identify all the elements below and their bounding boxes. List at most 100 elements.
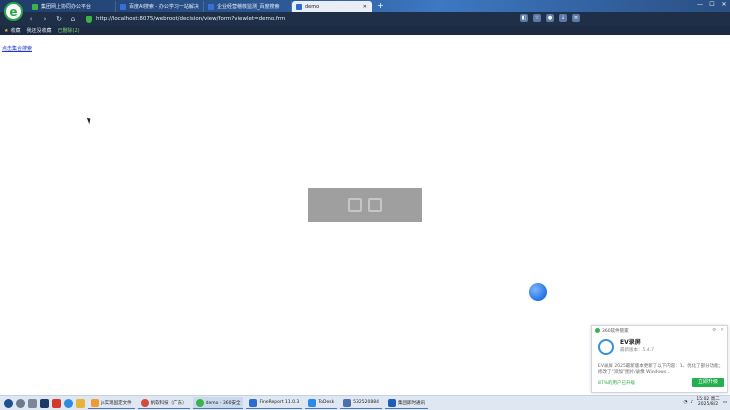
bookmark-label: 已删除(2)	[57, 28, 80, 34]
tab-title: 集团网上协同办公平台	[41, 4, 92, 10]
app-icon	[598, 339, 614, 355]
tab-title: demo	[305, 3, 320, 10]
upgrade-percent: 87%的用户已升级	[598, 380, 636, 386]
taskbar-app-label: ToDesk	[318, 400, 335, 405]
settings-icon[interactable]: ⚙	[712, 328, 716, 333]
clock-date: 2025/8/2	[697, 402, 719, 407]
bookmark-favorites[interactable]: ★ 收藏	[4, 27, 21, 35]
tab-active[interactable]: demo ✕	[292, 1, 372, 12]
app-icon	[91, 398, 99, 407]
bookmark-star-icon[interactable]: ☆	[533, 14, 541, 22]
reload-icon[interactable]: ↻	[54, 14, 64, 24]
taskbar: js实现固定文件 帆软科技（广东） demo - 360安全 FineRepor…	[0, 395, 730, 410]
tab-favicon	[296, 3, 302, 10]
todesk-icon	[308, 398, 317, 407]
loading-watermark	[308, 188, 422, 222]
minimize-icon[interactable]: —	[696, 1, 704, 9]
taskbar-app-label: 集团即时通讯	[397, 400, 425, 406]
popup-header: 360软件管家 ⚙ ✕	[592, 326, 727, 335]
chart-icon	[348, 198, 362, 212]
close-icon[interactable]: ✕	[363, 4, 367, 10]
nav-buttons: ‹ › ↻ ⌂	[26, 14, 78, 24]
volume-icon[interactable]: ♪	[690, 400, 693, 405]
tab-title: 百度AI搜索 - 办公学习一站解决	[129, 4, 199, 10]
popup-info: EV录屏 最新版本：5.4.7	[620, 337, 654, 355]
popup-body: EV录屏 最新版本：5.4.7	[592, 335, 727, 357]
back-icon[interactable]: ‹	[26, 14, 36, 24]
close-icon[interactable]: ✕	[720, 328, 724, 333]
qq-icon	[343, 398, 352, 407]
taskbar-app-3[interactable]: demo - 360安全	[192, 397, 244, 409]
edge-icon[interactable]	[64, 398, 73, 408]
update-popup: 360软件管家 ⚙ ✕ EV录屏 最新版本：5.4.7 EV录屏 2025最新版…	[591, 325, 728, 393]
im-icon	[387, 398, 396, 407]
app-name: EV录屏	[620, 339, 641, 346]
menu-icon[interactable]: ≡	[572, 14, 580, 22]
tab-3[interactable]: 企业经营稽核监测_百度搜索	[204, 1, 292, 12]
taskbar-app-label: js实现固定文件	[101, 400, 132, 406]
search-icon[interactable]	[16, 398, 25, 408]
new-tab-button[interactable]: +	[372, 0, 384, 12]
floating-ball-icon[interactable]	[529, 283, 547, 301]
toolbar-icons: ◧ ☆ ● ↓ ≡	[520, 14, 580, 22]
taskbar-app-label: demo - 360安全	[205, 400, 241, 406]
start-icon[interactable]	[4, 398, 13, 408]
app-description: EV录屏 2025最新版本更新了以下内容：1、优化了部分功能；修改了“添加”图片…	[598, 364, 724, 375]
clock[interactable]: 15:02 周二 2025/8/2	[696, 397, 719, 407]
search-link[interactable]: 点击集合搜索	[2, 45, 32, 52]
taskbar-app-5[interactable]: ToDesk	[305, 397, 338, 409]
document-icon	[368, 198, 382, 212]
system-tray: ◔ ♪ 15:02 周二 2025/8/2 ▭	[684, 397, 727, 407]
browser-logo-icon[interactable]: e	[4, 2, 23, 21]
browser-titlebar: 集团网上协同办公平台 百度AI搜索 - 办公学习一站解决 企业经营稽核监测_百度…	[0, 0, 730, 12]
wps-icon[interactable]	[52, 398, 61, 408]
mouse-cursor-icon	[86, 116, 93, 125]
popup-footer: 87%的用户已升级 立即升级	[598, 378, 724, 387]
tab-favicon	[120, 3, 126, 10]
shield-icon	[86, 15, 92, 23]
popup-actions: ⚙ ✕	[712, 328, 724, 333]
photoshop-icon[interactable]	[40, 398, 49, 408]
star-icon: ★	[4, 27, 9, 34]
task-view-icon[interactable]	[28, 398, 37, 408]
taskbar-app-4[interactable]: FineReport 11.0.3	[246, 397, 303, 409]
taskbar-app-label: 532520884	[353, 400, 379, 405]
bookmark-label: 收藏	[10, 28, 21, 34]
extension-icon[interactable]: ◧	[520, 14, 528, 22]
navigation-bar: ‹ › ↻ ⌂ http://localhost:8075/webroot/de…	[0, 12, 730, 26]
tab-favicon	[32, 3, 38, 10]
tab-title: 企业经营稽核监测_百度搜索	[217, 4, 280, 10]
taskbar-app-2[interactable]: 帆软科技（广东）	[137, 397, 190, 409]
bookmarks-bar: ★ 收藏 我还没收藏 已删除(2)	[0, 26, 730, 35]
address-url[interactable]: http://localhost:8075/webroot/decision/v…	[96, 16, 285, 22]
upgrade-button[interactable]: 立即升级	[692, 378, 724, 387]
taskbar-app-label: 帆软科技（广东）	[150, 400, 187, 406]
taskbar-app-6[interactable]: 532520884	[340, 397, 382, 409]
taskbar-app-label: FineReport 11.0.3	[259, 400, 300, 405]
360-browser-icon	[195, 398, 204, 407]
forward-icon[interactable]: ›	[40, 14, 50, 24]
close-window-icon[interactable]: ✕	[720, 1, 728, 9]
window-controls: — ☐ ✕	[696, 1, 728, 9]
chrome-icon	[140, 398, 149, 407]
taskbar-app-1[interactable]: js实现固定文件	[88, 397, 135, 409]
tab-1[interactable]: 集团网上协同办公平台	[28, 1, 116, 12]
finereport-icon	[249, 398, 258, 407]
tab-favicon	[208, 3, 214, 10]
popup-header-title: 360软件管家	[602, 328, 629, 334]
maximize-icon[interactable]: ☐	[708, 1, 716, 9]
taskbar-app-7[interactable]: 集团即时通讯	[384, 397, 428, 409]
folder-icon[interactable]	[76, 398, 85, 408]
user-icon[interactable]: ●	[546, 14, 554, 22]
network-icon[interactable]: ◔	[684, 400, 688, 405]
bookmark-deleted[interactable]: 已删除(2)	[58, 27, 80, 34]
notification-icon[interactable]: ▭	[723, 400, 727, 405]
tab-strip: 集团网上协同办公平台 百度AI搜索 - 办公学习一站解决 企业经营稽核监测_百度…	[28, 0, 384, 12]
address-bar[interactable]: http://localhost:8075/webroot/decision/v…	[86, 14, 506, 24]
bookmark-item[interactable]: 我还没收藏	[27, 27, 52, 34]
download-icon[interactable]: ↓	[559, 14, 567, 22]
bookmark-label: 我还没收藏	[26, 28, 52, 34]
tab-2[interactable]: 百度AI搜索 - 办公学习一站解决	[116, 1, 204, 12]
home-icon[interactable]: ⌂	[68, 14, 78, 24]
app-version: 最新版本：5.4.7	[620, 348, 654, 353]
